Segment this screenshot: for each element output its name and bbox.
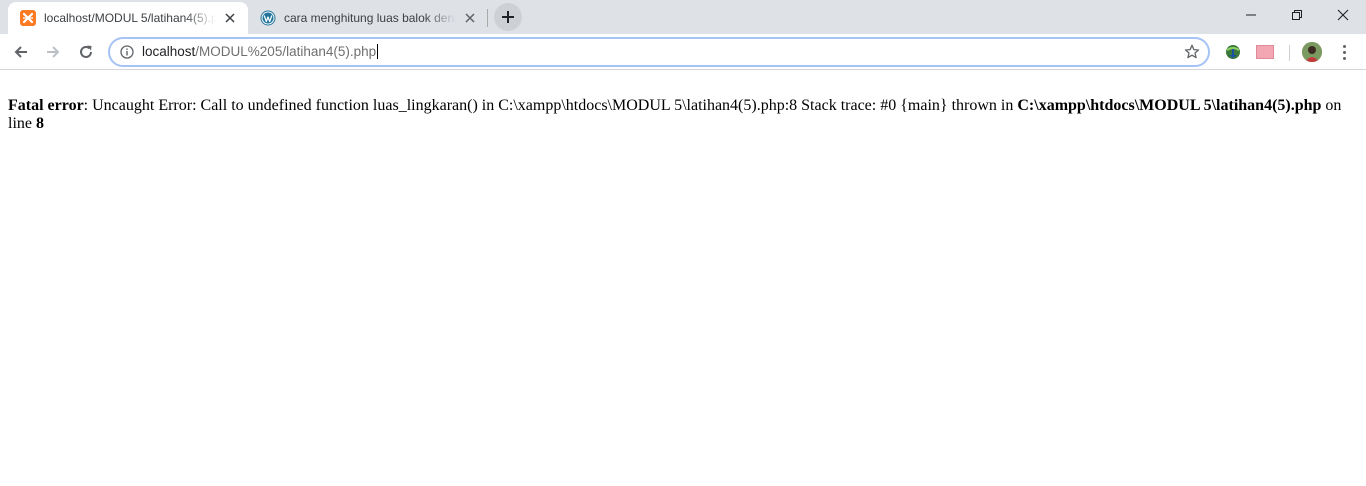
new-tab-button[interactable] <box>494 3 522 31</box>
reload-button[interactable] <box>72 38 100 66</box>
toolbar-separator <box>1289 45 1290 61</box>
tab-wordpress[interactable]: cara menghitung luas balok dengan <box>248 2 488 34</box>
close-icon <box>1337 9 1349 21</box>
text-cursor <box>377 44 379 59</box>
error-line-number: 8 <box>36 115 44 132</box>
minimize-icon <box>1246 14 1256 16</box>
forward-button[interactable] <box>39 38 67 66</box>
error-file: C:\xampp\htdocs\MODUL 5\latihan4(5).php <box>1017 97 1322 114</box>
tab-separator <box>487 9 488 27</box>
minimize-button[interactable] <box>1228 0 1274 30</box>
address-bar[interactable]: localhost/MODUL%205/latihan4(5).php <box>108 37 1210 67</box>
back-button[interactable] <box>7 38 35 66</box>
profile-avatar[interactable] <box>1302 42 1322 62</box>
extension-badge-icon[interactable] <box>1256 45 1274 59</box>
error-text: : Uncaught Error: Call to undefined func… <box>83 97 1018 114</box>
reload-icon <box>80 45 92 58</box>
back-arrow-icon <box>14 46 27 58</box>
restore-button[interactable] <box>1274 0 1320 30</box>
plus-icon <box>502 11 514 23</box>
url-host: localhost <box>142 44 196 59</box>
url-path: /MODUL%205/latihan4(5).php <box>195 44 377 59</box>
menu-dot <box>1342 50 1346 54</box>
tab-title: localhost/MODUL 5/latihan4(5).php <box>44 11 216 25</box>
browser-toolbar: localhost/MODUL%205/latihan4(5).php <box>0 34 1366 70</box>
download-manager-extension-icon[interactable] <box>1224 43 1242 61</box>
close-tab-icon[interactable] <box>462 10 478 26</box>
restore-icon <box>1292 10 1302 20</box>
php-error-message: Fatal error: Uncaught Error: Call to und… <box>8 97 1360 133</box>
menu-dot <box>1342 56 1346 60</box>
close-window-button[interactable] <box>1320 0 1366 30</box>
forward-arrow-icon <box>47 46 60 58</box>
browser-menu-button[interactable] <box>1336 42 1352 62</box>
profile-icon <box>1302 42 1322 62</box>
close-tab-icon[interactable] <box>222 10 238 26</box>
error-label: Fatal error <box>8 97 84 114</box>
url-text[interactable]: localhost/MODUL%205/latihan4(5).php <box>142 44 379 59</box>
bookmark-star-icon[interactable] <box>1184 44 1200 60</box>
menu-dot <box>1342 44 1346 48</box>
tab-title: cara menghitung luas balok dengan <box>284 11 456 25</box>
wordpress-icon <box>260 10 276 26</box>
info-icon[interactable] <box>120 45 134 59</box>
xampp-icon <box>20 10 36 26</box>
tab-localhost[interactable]: localhost/MODUL 5/latihan4(5).php <box>8 2 248 34</box>
tab-strip: localhost/MODUL 5/latihan4(5).php cara m… <box>0 0 1366 34</box>
